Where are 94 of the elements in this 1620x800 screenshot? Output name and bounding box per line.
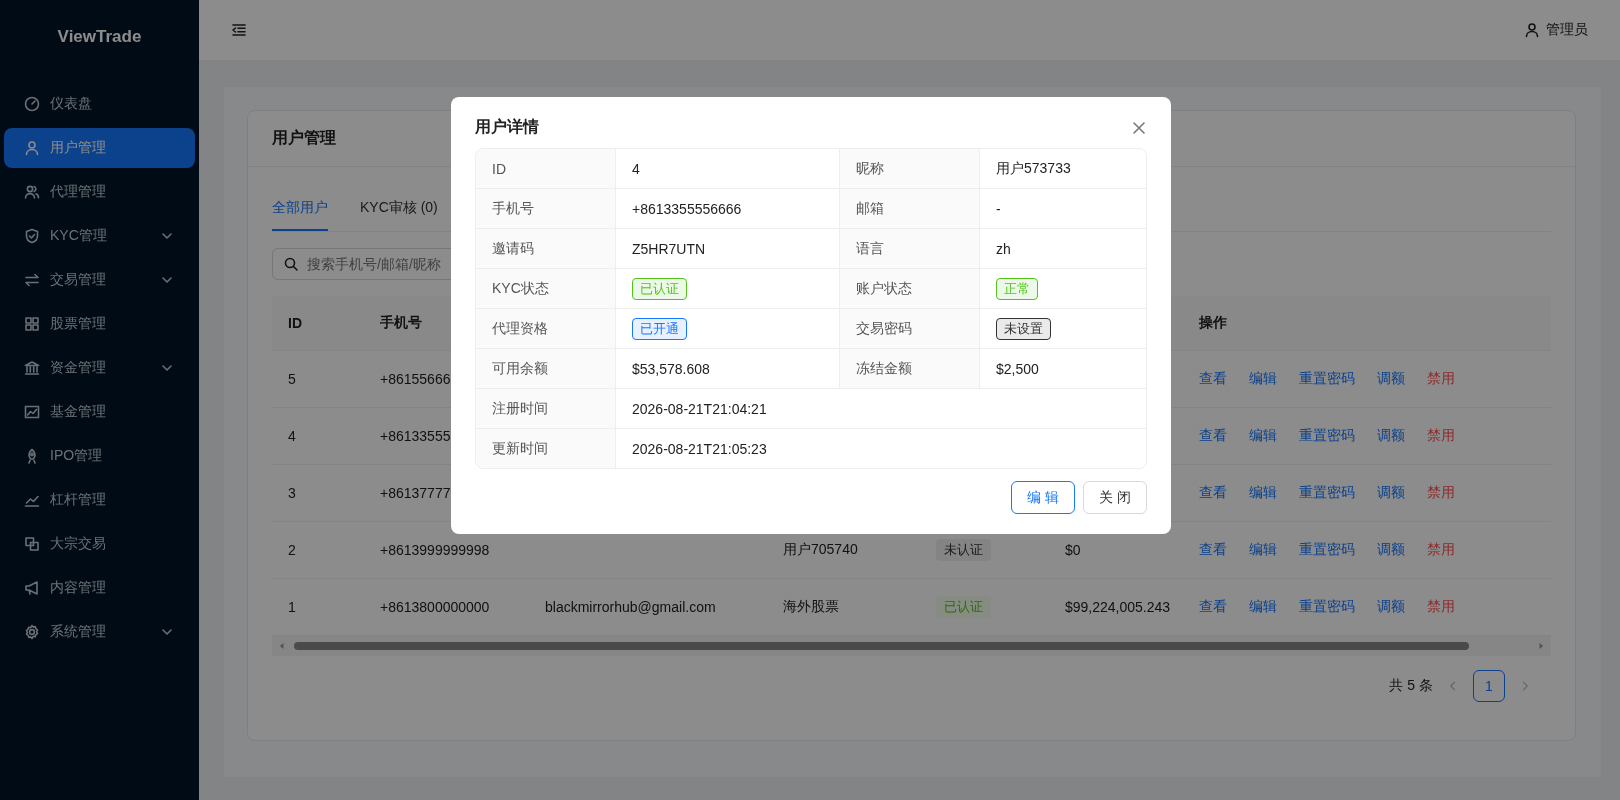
sidebar-item[interactable]: 仪表盘: [4, 84, 195, 124]
table-cell: 2: [272, 522, 364, 579]
chart-icon: [24, 404, 40, 420]
grid-icon: [24, 316, 40, 332]
action-link[interactable]: 重置密码: [1299, 541, 1355, 559]
action-link[interactable]: 查看: [1199, 427, 1227, 445]
action-link[interactable]: 调额: [1377, 598, 1405, 616]
field-value: 2026-08-21T21:05:23: [631, 439, 768, 459]
table-cell: 4: [272, 408, 364, 465]
field-value: $2,500: [995, 359, 1040, 379]
action-link[interactable]: 编辑: [1249, 598, 1277, 616]
user-name[interactable]: 管理员: [1546, 21, 1588, 39]
user-icon: [24, 140, 40, 156]
action-link[interactable]: 禁用: [1427, 427, 1455, 445]
megaphone-icon: [24, 580, 40, 596]
blocks-icon: [24, 536, 40, 552]
gauge-icon: [24, 96, 40, 112]
tab[interactable]: 全部用户: [272, 187, 328, 231]
tab[interactable]: KYC审核 (0): [360, 187, 438, 231]
sidebar-item[interactable]: 系统管理: [4, 612, 195, 652]
gear-icon: [24, 624, 40, 640]
menu-icon[interactable]: [231, 22, 247, 38]
action-link[interactable]: 重置密码: [1299, 370, 1355, 388]
scroll-bar[interactable]: [272, 636, 1551, 656]
status-tag: 已认证: [632, 277, 687, 300]
sidebar-item[interactable]: 交易管理: [4, 260, 195, 300]
action-link[interactable]: 调额: [1377, 370, 1405, 388]
action-link[interactable]: 禁用: [1427, 370, 1455, 388]
sidebar-item[interactable]: 内容管理: [4, 568, 195, 608]
sidebar-item[interactable]: 代理管理: [4, 172, 195, 212]
sidebar-item[interactable]: 资金管理: [4, 348, 195, 388]
action-link[interactable]: 重置密码: [1299, 598, 1355, 616]
table-cell: 5: [272, 351, 364, 408]
total-count: 共 5 条: [1389, 677, 1433, 695]
sidebar-item[interactable]: 杠杆管理: [4, 480, 195, 520]
table-cell: 3: [272, 465, 364, 522]
shield-icon: [24, 228, 40, 244]
dialog-title: 用户详情: [475, 117, 539, 137]
action-link[interactable]: 调额: [1377, 541, 1405, 559]
field-label: 账户状态: [840, 269, 980, 308]
field-value: -: [995, 199, 1002, 219]
field-value: zh: [995, 239, 1012, 259]
field-value: 2026-08-21T21:04:21: [631, 399, 768, 419]
action-link[interactable]: 编辑: [1249, 427, 1277, 445]
action-link[interactable]: 重置密码: [1299, 427, 1355, 445]
sidebar-item[interactable]: 基金管理: [4, 392, 195, 432]
action-link[interactable]: 禁用: [1427, 541, 1455, 559]
dialog-button[interactable]: 编 辑: [1011, 481, 1076, 514]
field-label: 更新时间: [476, 429, 616, 468]
field-label: 邮箱: [840, 189, 980, 228]
action-link[interactable]: 编辑: [1249, 370, 1277, 388]
bank-icon: [24, 360, 40, 376]
status-tag: 未认证: [936, 539, 991, 561]
action-link[interactable]: 查看: [1199, 598, 1227, 616]
status-tag: 未设置: [996, 317, 1051, 340]
field-label: 可用余额: [476, 349, 616, 388]
card-title: 用户管理: [272, 128, 336, 148]
field-label: KYC状态: [476, 269, 616, 308]
field-value: 用户573733: [995, 158, 1072, 178]
action-link[interactable]: 调额: [1377, 484, 1405, 502]
field-label: 代理资格: [476, 309, 616, 348]
users-icon: [24, 184, 40, 200]
dialog-button[interactable]: 关 闭: [1083, 481, 1147, 514]
status-tag: 正常: [996, 277, 1038, 300]
field-label: 邀请码: [476, 229, 616, 268]
user-icon: [1524, 22, 1540, 38]
field-label: 注册时间: [476, 389, 616, 428]
swap-icon: [24, 272, 40, 288]
status-tag: 已认证: [936, 596, 991, 618]
sidebar-item[interactable]: IPO管理: [4, 436, 195, 476]
logo-text: ViewTrade: [57, 27, 142, 47]
action-link[interactable]: 编辑: [1249, 541, 1277, 559]
action-link[interactable]: 查看: [1199, 370, 1227, 388]
action-link[interactable]: 编辑: [1249, 484, 1277, 502]
action-link[interactable]: 查看: [1199, 541, 1227, 559]
field-label: 冻结金额: [840, 349, 980, 388]
status-tag: 已开通: [632, 317, 687, 340]
field-label: 昵称: [840, 149, 980, 188]
field-label: 语言: [840, 229, 980, 268]
search-icon: [283, 256, 299, 272]
action-link[interactable]: 查看: [1199, 484, 1227, 502]
sidebar-item[interactable]: 用户管理: [4, 128, 195, 168]
action-link[interactable]: 调额: [1377, 427, 1405, 445]
action-link[interactable]: 禁用: [1427, 484, 1455, 502]
sidebar-item[interactable]: KYC管理: [4, 216, 195, 256]
action-link[interactable]: 禁用: [1427, 598, 1455, 616]
field-label: 交易密码: [840, 309, 980, 348]
action-link[interactable]: 重置密码: [1299, 484, 1355, 502]
page-button[interactable]: 1: [1473, 670, 1505, 702]
close-icon[interactable]: [1131, 119, 1147, 136]
field-label: 手机号: [476, 189, 616, 228]
sidebar-item[interactable]: 大宗交易: [4, 524, 195, 564]
field-label: ID: [476, 149, 616, 188]
sidebar-item[interactable]: 股票管理: [4, 304, 195, 344]
